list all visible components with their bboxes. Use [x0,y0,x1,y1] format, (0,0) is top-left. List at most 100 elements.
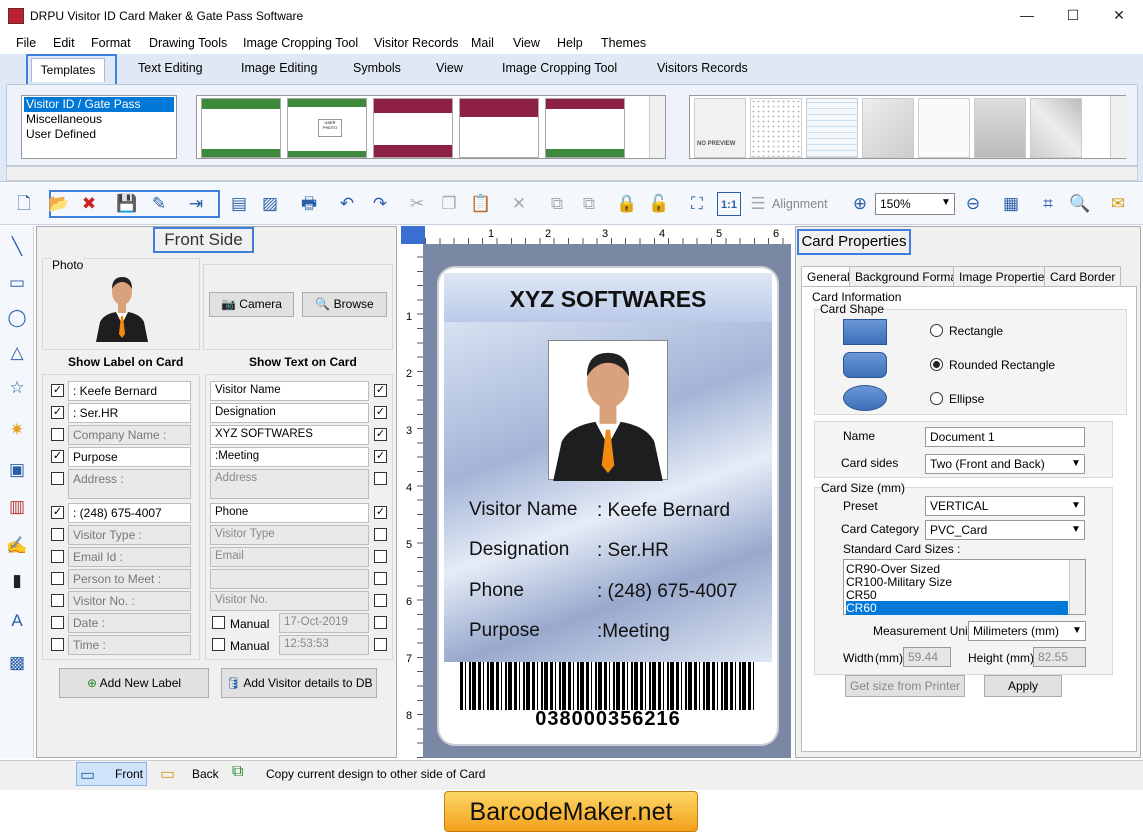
show-label-checkbox[interactable] [51,550,64,563]
label-field[interactable]: Purpose [68,447,191,467]
measurement-unit-select[interactable]: Milimeters (mm) [968,621,1086,641]
text-field[interactable] [210,569,369,589]
unlock-icon[interactable]: 🔓 [647,192,671,216]
text-field[interactable]: 12:53:53 [279,635,369,655]
card-sides-select[interactable]: Two (Front and Back) [925,454,1085,474]
send-back-icon[interactable]: ⧉ [577,192,601,216]
show-text-checkbox[interactable] [374,528,387,541]
close-button[interactable]: ✕ [1096,0,1142,30]
minimize-button[interactable]: — [1004,0,1050,30]
show-text-checkbox[interactable] [374,572,387,585]
card-barcode[interactable] [460,662,756,710]
template-thumb-4[interactable] [459,98,539,158]
show-label-checkbox[interactable]: ✓ [51,450,64,463]
preset-select[interactable]: VERTICAL [925,496,1085,516]
zoom-out-icon[interactable]: ⊖ [961,192,985,216]
template-thumb-1[interactable] [201,98,281,158]
image-icon[interactable]: ▨ [258,192,282,216]
text-field[interactable]: XYZ SOFTWARES [210,425,369,445]
save-as-icon[interactable]: ✎ [147,192,171,216]
open-icon[interactable]: 📂 [47,192,71,216]
size-option[interactable]: CR50 [846,588,1068,602]
properties-icon[interactable]: ▤ [227,192,251,216]
barcode-number[interactable]: 038000356216 [444,708,772,731]
template-thumb-3[interactable] [373,98,453,158]
category-user-defined[interactable]: User Defined [24,127,174,142]
gallery-scrollbar[interactable] [649,96,665,158]
back-button[interactable]: Back [192,767,219,781]
star-tool-icon[interactable]: ☆ [6,377,28,399]
label-field[interactable]: Company Name : [68,425,191,445]
browse-button[interactable]: 🔍 Browse [302,292,387,317]
card-label-phone[interactable]: Phone [469,580,524,602]
label-field[interactable]: Date : [68,613,191,633]
show-label-checkbox[interactable] [51,572,64,585]
menu-view[interactable]: View [513,36,540,50]
show-text-checkbox[interactable] [374,550,387,563]
apply-button[interactable]: Apply [984,675,1062,697]
alignment-dropdown[interactable]: Alignment [772,197,828,211]
barcode-tool-icon[interactable]: ▮ [6,570,28,592]
background-thumb-6[interactable] [1030,98,1082,158]
text-field[interactable]: Visitor No. [210,591,369,611]
library-tool-icon[interactable]: ▥ [6,496,28,518]
ribbon-horizontal-scrollbar[interactable] [6,166,1138,181]
tab-view[interactable]: View [436,61,463,75]
ellipse-tool-icon[interactable]: ◯ [6,307,28,329]
category-visitor-id[interactable]: Visitor ID / Gate Pass [24,97,174,112]
menu-help[interactable]: Help [557,36,583,50]
size-option[interactable]: CR90-Over Sized [846,562,1068,576]
menu-drawing-tools[interactable]: Drawing Tools [149,36,227,50]
rectangle-radio[interactable] [930,324,943,337]
get-size-from-printer-button[interactable]: Get size from Printer [845,675,965,697]
tab-text-editing[interactable]: Text Editing [138,61,203,75]
menu-file[interactable]: File [16,36,36,50]
tab-background-format[interactable]: Background Format [849,266,967,286]
new-icon[interactable]: 🗋 [12,192,36,216]
background-thumb-2[interactable] [806,98,858,158]
rectangle-tool-icon[interactable]: ▭ [6,272,28,294]
size-option[interactable]: CR100-Military Size [846,575,1068,589]
save-icon[interactable]: 💾 [115,192,139,216]
template-thumb-2[interactable]: USER PHOTO [287,98,367,158]
manual-checkbox[interactable] [212,638,225,651]
card-value-visitor-name[interactable]: : Keefe Bernard [597,500,730,522]
label-field[interactable]: Person to Meet : [68,569,191,589]
tab-image-properties[interactable]: Image Properties [953,266,1057,286]
card-label-designation[interactable]: Designation [469,539,569,561]
label-field[interactable]: : Keefe Bernard [68,381,191,401]
show-text-checkbox[interactable]: ✓ [374,406,387,419]
card-value-designation[interactable]: : Ser.HR [597,540,669,562]
tab-card-border[interactable]: Card Border [1044,266,1122,286]
template-thumb-5[interactable] [545,98,625,158]
zoom-in-icon[interactable]: ⊕ [848,192,872,216]
text-field[interactable]: Visitor Type [210,525,369,545]
triangle-tool-icon[interactable]: △ [6,342,28,364]
menu-format[interactable]: Format [91,36,131,50]
background-thumb-1[interactable] [750,98,802,158]
height-input[interactable]: 82.55 [1033,647,1086,667]
add-new-label-button[interactable]: ⊕ Add New Label [59,668,209,698]
copy-design-button[interactable]: Copy current design to other side of Car… [266,767,485,781]
text-field[interactable]: Phone [210,503,369,523]
text-tool-icon[interactable]: A [6,610,28,632]
undo-icon[interactable]: ↶ [335,192,359,216]
lock-icon[interactable]: 🔒 [615,192,639,216]
mail-icon[interactable]: ✉ [1106,192,1130,216]
maximize-button[interactable]: ☐ [1050,0,1096,30]
show-text-checkbox[interactable] [374,616,387,629]
menu-visitor-records[interactable]: Visitor Records [374,36,459,50]
show-label-checkbox[interactable] [51,428,64,441]
tab-image-cropping-tool[interactable]: Image Cropping Tool [502,61,617,75]
background-thumb-5[interactable] [974,98,1026,158]
cut-icon[interactable]: ✂ [405,192,429,216]
show-label-checkbox[interactable] [51,594,64,607]
tab-image-editing[interactable]: Image Editing [241,61,317,75]
menu-edit[interactable]: Edit [53,36,75,50]
tab-visitors-records[interactable]: Visitors Records [657,61,748,75]
text-field[interactable]: Visitor Name [210,381,369,401]
redo-icon[interactable]: ↷ [368,192,392,216]
label-field[interactable]: : (248) 675-4007 [68,503,191,523]
card-value-phone[interactable]: : (248) 675-4007 [597,581,738,603]
card-photo[interactable] [548,340,668,481]
